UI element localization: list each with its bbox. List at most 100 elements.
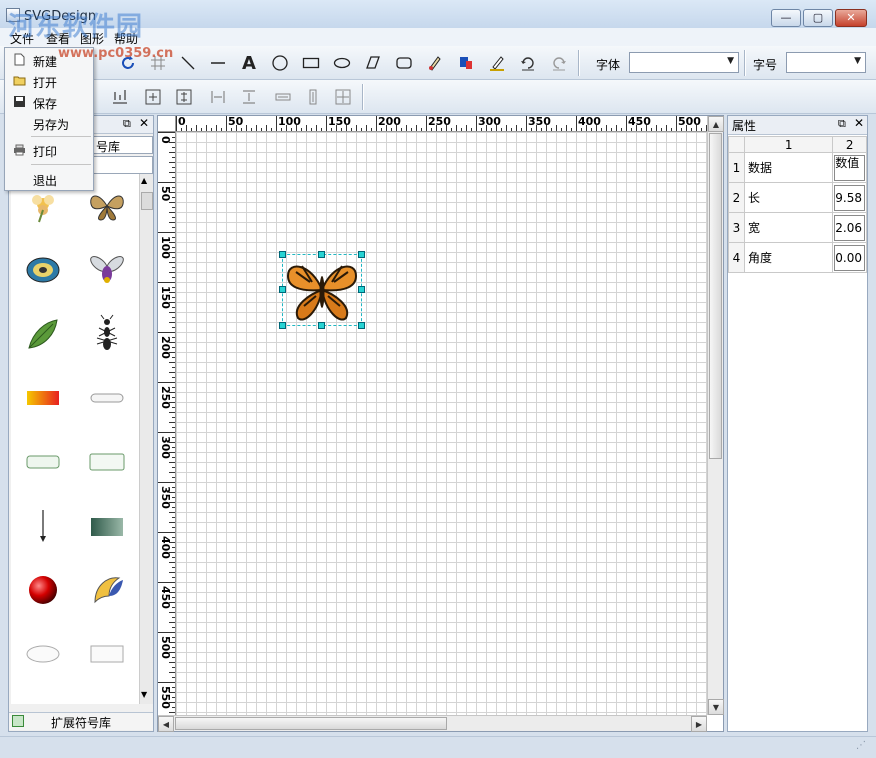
scroll-up-icon[interactable]: ▲ <box>708 116 724 132</box>
scroll-left-icon[interactable]: ◀ <box>158 716 174 732</box>
canvas-vertical-scrollbar[interactable]: ▲ ▼ <box>707 116 724 715</box>
vruler-label: 550 <box>159 686 172 709</box>
table-row[interactable]: 3 宽 2.06 <box>728 212 867 243</box>
symbol-small-button[interactable] <box>11 430 75 494</box>
menu-item-print[interactable]: 打印 <box>7 140 93 160</box>
symbol-ant[interactable] <box>75 302 139 366</box>
property-value-cell[interactable]: 0.00 <box>832 242 867 273</box>
properties-title: 属性 <box>732 119 757 133</box>
resize-handle[interactable] <box>358 251 365 258</box>
same-height-icon[interactable] <box>301 85 325 109</box>
menu-item-label: 打印 <box>33 145 58 159</box>
font-size-select[interactable]: ▼ <box>786 52 866 73</box>
scroll-right-icon[interactable]: ▶ <box>691 716 707 732</box>
symbol-message-button[interactable] <box>75 430 139 494</box>
resize-handle[interactable] <box>318 251 325 258</box>
close-panel-icon[interactable]: ✕ <box>139 116 149 130</box>
table-row[interactable]: 2 长 9.58 <box>728 182 867 213</box>
float-panel-icon[interactable]: ⧉ <box>123 117 131 131</box>
resize-handle[interactable] <box>279 251 286 258</box>
extended-library-tab[interactable]: 扩展符号库 <box>9 712 153 730</box>
canvas-grid[interactable] <box>176 132 707 715</box>
properties-table: 1 2 1 数据 数值 2 长 9.58 3 宽 2.06 4 角度 0.00 <box>728 136 867 273</box>
menu-item-save-as[interactable]: 另存为 <box>7 113 93 133</box>
library-scroll-thumb[interactable] <box>141 192 153 210</box>
rectangle-tool-icon[interactable] <box>299 51 323 75</box>
symbol-rounded-button[interactable] <box>75 366 139 430</box>
toolbar-separator <box>744 50 746 76</box>
maximize-button[interactable]: ▢ <box>803 9 833 27</box>
redo-icon[interactable] <box>547 51 571 75</box>
center-vertical-icon[interactable] <box>172 85 196 109</box>
center-horizontal-icon[interactable] <box>141 85 165 109</box>
same-size-icon[interactable] <box>331 85 355 109</box>
library-scrollbar[interactable]: ▲ ▼ <box>139 174 153 704</box>
pen-tool-icon[interactable] <box>423 51 447 75</box>
property-value[interactable]: 数值 <box>834 154 865 181</box>
property-value-cell[interactable]: 2.06 <box>832 212 867 243</box>
resize-handle[interactable] <box>358 286 365 293</box>
property-value[interactable]: 9.58 <box>834 184 865 211</box>
horizontal-scroll-thumb[interactable] <box>175 717 447 730</box>
ellipse-tool-icon[interactable] <box>330 51 354 75</box>
align-bottom-icon[interactable] <box>108 85 132 109</box>
same-width-icon[interactable] <box>271 85 295 109</box>
symbol-swirl-graphic[interactable] <box>75 558 139 622</box>
scroll-up-icon[interactable]: ▲ <box>141 176 147 185</box>
hruler-label: 0 <box>178 116 186 128</box>
canvas-horizontal-scrollbar[interactable]: ◀ ▶ <box>158 715 707 732</box>
row-number: 2 <box>728 182 745 213</box>
symbol-fly[interactable] <box>75 238 139 302</box>
fill-color-icon[interactable] <box>454 51 478 75</box>
space-vertical-icon[interactable] <box>237 85 261 109</box>
table-row[interactable]: 4 角度 0.00 <box>728 242 867 273</box>
menu-item-save[interactable]: 保存 <box>7 92 93 112</box>
polygon-tool-icon[interactable] <box>361 51 385 75</box>
property-value-cell[interactable]: 数值 <box>832 152 867 183</box>
horizontal-line-icon[interactable] <box>206 51 230 75</box>
line-tool-icon[interactable] <box>176 51 200 75</box>
scroll-down-icon[interactable]: ▼ <box>141 690 147 699</box>
property-name: 宽 <box>743 212 834 243</box>
symbol-disc[interactable] <box>11 238 75 302</box>
symbol-gradient-bar[interactable] <box>11 366 75 430</box>
rounded-rect-tool-icon[interactable] <box>392 51 416 75</box>
library-tab-label: 号库 <box>96 140 121 154</box>
close-button[interactable]: ✕ <box>835 9 867 27</box>
undo-icon[interactable] <box>516 51 540 75</box>
property-value-cell[interactable]: 9.58 <box>832 182 867 213</box>
stroke-color-icon[interactable] <box>485 51 509 75</box>
hruler-label: 350 <box>528 116 551 128</box>
property-value[interactable]: 2.06 <box>834 214 865 241</box>
menu-item-exit[interactable]: 退出 <box>7 169 93 189</box>
resize-handle[interactable] <box>279 286 286 293</box>
vruler-label: 200 <box>159 336 172 359</box>
symbol-red-ball[interactable] <box>11 558 75 622</box>
symbol-ellipse[interactable] <box>11 622 75 686</box>
hruler-label: 450 <box>628 116 651 128</box>
text-tool-icon[interactable]: A <box>237 51 261 75</box>
symbol-arrow-down[interactable] <box>11 494 75 558</box>
resize-handle[interactable] <box>358 322 365 329</box>
symbol-leaf[interactable] <box>11 302 75 366</box>
font-select[interactable]: ▼ <box>629 52 739 73</box>
circle-tool-icon[interactable] <box>268 51 292 75</box>
table-row[interactable]: 1 数据 数值 <box>728 152 867 183</box>
close-panel-icon[interactable]: ✕ <box>854 116 864 130</box>
selected-butterfly-shape[interactable] <box>279 251 365 329</box>
resize-grip-icon[interactable]: ⋰ <box>856 740 866 751</box>
resize-handle[interactable] <box>279 322 286 329</box>
minimize-button[interactable]: — <box>771 9 801 27</box>
vertical-scroll-thumb[interactable] <box>709 133 722 459</box>
space-horizontal-icon[interactable] <box>206 85 230 109</box>
symbol-rectangle[interactable] <box>75 622 139 686</box>
property-value[interactable]: 0.00 <box>834 244 865 271</box>
properties-header: 属性 ⧉ ✕ <box>728 116 867 135</box>
symbol-dark-green-rect[interactable] <box>75 494 139 558</box>
scroll-down-icon[interactable]: ▼ <box>708 699 724 715</box>
menu-item-open[interactable]: 打开 <box>7 71 93 91</box>
menu-separator <box>31 164 91 165</box>
resize-handle[interactable] <box>318 322 325 329</box>
float-panel-icon[interactable]: ⧉ <box>838 117 846 131</box>
row-number: 1 <box>728 152 745 183</box>
